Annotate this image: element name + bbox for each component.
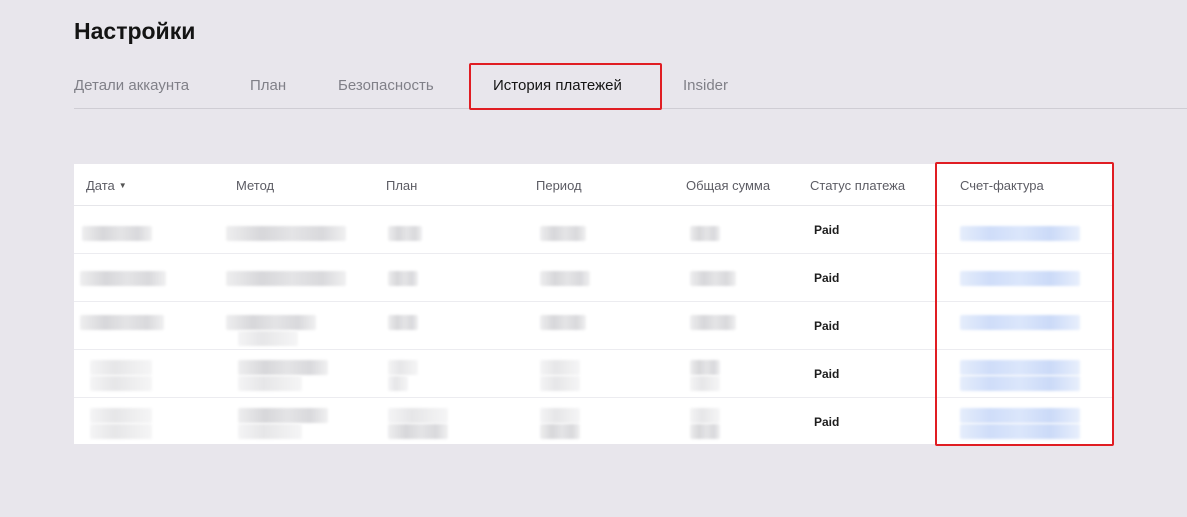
- table-row: Paid: [74, 254, 1113, 302]
- status-badge: Paid: [814, 319, 840, 333]
- page-title: Настройки: [74, 18, 196, 44]
- status-badge: Paid: [814, 223, 840, 237]
- date-cell-redacted: [78, 206, 218, 254]
- status-badge: Paid: [814, 415, 840, 429]
- date-cell-redacted: [78, 302, 218, 350]
- column-header-period: Период: [536, 178, 582, 193]
- method-cell-redacted: [224, 254, 364, 302]
- tab-insider[interactable]: Insider: [683, 64, 728, 108]
- settings-tabs: Детали аккаунта План Безопасность Истори…: [74, 64, 1187, 109]
- amount-cell-redacted: [686, 302, 766, 350]
- period-cell-redacted: [536, 254, 616, 302]
- column-header-date[interactable]: Дата ▼: [86, 164, 127, 206]
- date-cell-redacted: [78, 254, 218, 302]
- period-cell-redacted: [536, 302, 616, 350]
- invoice-link-redacted[interactable]: [954, 206, 1094, 254]
- plan-cell-redacted: [386, 254, 446, 302]
- table-row: Paid: [74, 398, 1113, 446]
- amount-cell-redacted: [686, 206, 766, 254]
- period-cell-redacted: [536, 398, 616, 446]
- table-row: Paid: [74, 206, 1113, 254]
- amount-cell-redacted: [686, 350, 766, 398]
- tab-security[interactable]: Безопасность: [338, 64, 434, 108]
- invoice-link-redacted[interactable]: [954, 254, 1094, 302]
- method-cell-redacted: [224, 350, 364, 398]
- column-header-plan: План: [386, 178, 418, 193]
- period-cell-redacted: [536, 350, 616, 398]
- plan-cell-redacted: [386, 206, 446, 254]
- plan-cell-redacted: [386, 302, 446, 350]
- plan-cell-redacted: [386, 398, 466, 446]
- method-cell-redacted: [224, 206, 364, 254]
- amount-cell-redacted: [686, 254, 766, 302]
- method-cell-redacted: [224, 302, 364, 350]
- column-header-method: Метод: [236, 178, 275, 193]
- invoice-link-redacted[interactable]: [954, 350, 1094, 398]
- date-cell-redacted: [78, 350, 218, 398]
- payment-history-table: Дата ▼ Метод План Период Общая сумма Стат…: [74, 164, 1113, 444]
- invoice-link-redacted[interactable]: [954, 302, 1094, 350]
- column-header-invoice: Счет-фактура: [960, 178, 1044, 193]
- table-row: Paid: [74, 302, 1113, 350]
- sort-down-icon: ▼: [118, 181, 127, 190]
- status-badge: Paid: [814, 271, 840, 285]
- column-header-payment-status: Статус платежа: [810, 178, 906, 193]
- amount-cell-redacted: [686, 398, 766, 446]
- invoice-link-redacted[interactable]: [954, 398, 1094, 446]
- table-row: Paid: [74, 350, 1113, 398]
- column-header-date-label: Дата: [86, 178, 115, 193]
- tab-plan[interactable]: План: [250, 64, 286, 108]
- tab-payment-history[interactable]: История платежей: [493, 64, 622, 108]
- date-cell-redacted: [78, 398, 218, 446]
- period-cell-redacted: [536, 206, 616, 254]
- column-header-total-amount: Общая сумма: [686, 178, 771, 193]
- method-cell-redacted: [224, 398, 364, 446]
- plan-cell-redacted: [386, 350, 446, 398]
- table-header: Дата ▼ Метод План Период Общая сумма Стат…: [74, 164, 1113, 206]
- tab-account-details[interactable]: Детали аккаунта: [74, 64, 189, 108]
- status-badge: Paid: [814, 367, 840, 381]
